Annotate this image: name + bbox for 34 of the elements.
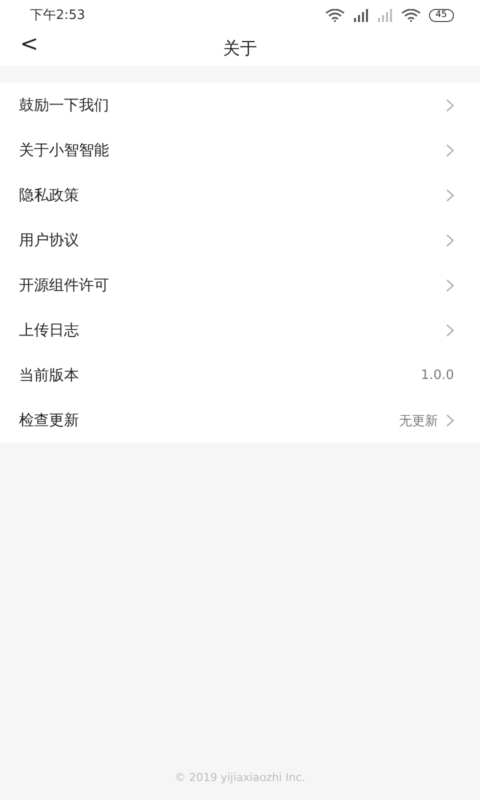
- settings-item[interactable]: 隐私政策: [0, 173, 480, 218]
- signal-icon: [376, 8, 393, 22]
- item-label: 关于小智智能: [19, 141, 109, 160]
- item-label: 隐私政策: [19, 186, 79, 205]
- item-value: 无更新: [399, 412, 438, 430]
- signal-icon: [352, 8, 369, 22]
- settings-item[interactable]: 上传日志: [0, 308, 480, 353]
- page-title: 关于: [223, 38, 257, 60]
- settings-item[interactable]: 开源组件许可: [0, 263, 480, 308]
- settings-item[interactable]: 用户协议: [0, 218, 480, 263]
- settings-item[interactable]: 检查更新 无更新: [0, 398, 480, 443]
- chevron-icon: [446, 144, 454, 157]
- chevron-icon: [446, 279, 454, 292]
- settings-item[interactable]: 关于小智智能: [0, 128, 480, 173]
- battery-level: 45: [428, 8, 454, 22]
- item-value: 1.0.0: [420, 368, 454, 383]
- item-label: 当前版本: [19, 366, 79, 385]
- wifi-icon: [400, 8, 421, 22]
- wifi-icon: [324, 8, 345, 22]
- settings-item[interactable]: 鼓励一下我们: [0, 83, 480, 128]
- copyright-text: © 2019 yijiaxiaozhi Inc.: [174, 771, 306, 784]
- item-label: 检查更新: [19, 411, 79, 430]
- item-label: 用户协议: [19, 231, 79, 250]
- chevron-icon: [446, 324, 454, 337]
- item-label: 上传日志: [19, 321, 79, 340]
- item-label: 鼓励一下我们: [19, 96, 109, 115]
- status-time: 下午2:53: [30, 7, 86, 24]
- chevron-icon: [446, 414, 454, 427]
- settings-item[interactable]: 当前版本 1.0.0: [0, 353, 480, 398]
- chevron-icon: [446, 189, 454, 202]
- chevron-icon: [446, 99, 454, 112]
- chevron-icon: [446, 234, 454, 247]
- back-button[interactable]: <: [14, 32, 44, 57]
- item-label: 开源组件许可: [19, 276, 109, 295]
